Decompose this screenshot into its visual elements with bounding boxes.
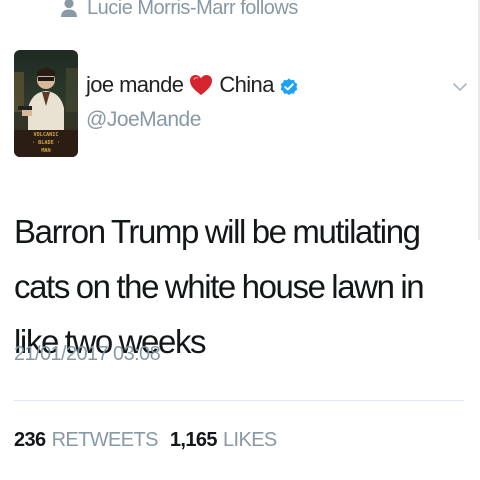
red-heart-icon: [189, 74, 213, 96]
svg-text:VOLCANIC: VOLCANIC: [34, 132, 59, 138]
person-icon: [60, 0, 78, 18]
author-name-second[interactable]: China: [219, 72, 274, 98]
retweets-count[interactable]: 236: [14, 429, 46, 452]
svg-text:· BLADE ·: · BLADE ·: [32, 140, 60, 146]
tweet-detail-view: Lucie Morris-Marr follows VOLCANIC · BLA…: [0, 0, 480, 480]
tweet-timestamp[interactable]: 21/01/2017 03:08: [14, 343, 161, 366]
svg-text:MAN: MAN: [41, 148, 50, 154]
social-context: Lucie Morris-Marr follows: [60, 0, 298, 22]
tweet-stats: 236 RETWEETS 1,165 LIKES: [14, 429, 289, 452]
retweets-label[interactable]: RETWEETS: [52, 429, 159, 452]
chevron-down-icon[interactable]: [452, 80, 468, 92]
divider: [14, 400, 464, 401]
verified-badge-icon: [280, 76, 298, 96]
author-name-row[interactable]: joe mande China: [86, 72, 298, 98]
author-name-first[interactable]: joe mande: [86, 72, 184, 98]
avatar[interactable]: VOLCANIC · BLADE · MAN: [14, 50, 78, 157]
likes-label[interactable]: LIKES: [223, 429, 277, 452]
social-context-text: Lucie Morris-Marr follows: [87, 0, 298, 19]
author-handle[interactable]: @JoeMande: [86, 108, 201, 132]
likes-count[interactable]: 1,165: [170, 429, 218, 452]
